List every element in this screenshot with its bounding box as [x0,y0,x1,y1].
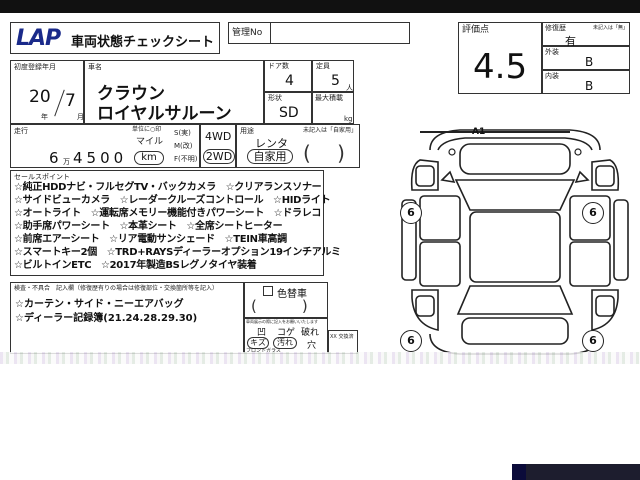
capacity-label: 定員 [316,62,330,70]
mileage-digit-10k: 6 [49,149,59,167]
usage-private-circled: 自家用 [247,149,293,164]
tire-mark-front-left: 6 [400,202,422,224]
unit-mile: マイル [136,137,164,147]
management-number-box: 管理No [228,22,410,44]
doors-value: 4 [285,73,294,89]
shape-value: SD [279,105,299,121]
score-value: 4.5 [473,47,528,87]
repair-history-note: 未記入は「無」 [593,25,629,31]
registration-label: 初度登録年月 [14,63,56,71]
inspection-box: 検査・不具合 記入欄（修復歴有りの場合は修復部位・交換箇所等を記入） ☆カーテン… [10,282,244,354]
doors-box: ドア数 4 [264,60,312,92]
mileage-unit-man: 万 [63,158,70,166]
max-load-unit: kg [344,115,353,123]
unit-km-circled: km [134,151,164,165]
mileage-unit-box: 単位に○印 マイル km S(実) M(改) F(不明) [130,124,200,168]
tire-mark-rear-right: 6 [582,330,604,352]
max-load-box: 最大積載 kg [312,92,354,124]
lap-logo: LAP [16,26,61,51]
registration-year: 20 [29,87,51,107]
mileage-label: 走行 [14,127,28,135]
tire-mark-front-right: 6 [582,202,604,224]
sales-point-line: ☆純正HDDナビ・フルセグTV・バックカメラ ☆クリアランスソナー [14,182,322,193]
inspection-label: 検査・不具合 記入欄（修復歴有りの場合は修復部位・交換箇所等を記入） [14,285,219,292]
car-diagram [401,129,629,355]
score-box: 評価点 4.5 [458,22,542,94]
xx-box: XX 交換済 [328,330,358,354]
sheet-title: 車両状態チェックシート [71,35,215,50]
score-label: 評価点 [462,25,490,35]
car-name-line2: ロイヤルサルーン [97,104,232,124]
interior-value: B [585,79,594,93]
sales-point-line: ☆オートライト ☆運転席メモリー機能付きパワーシート ☆ドラレコ [14,208,322,219]
drive-4wd: 4WD [205,130,232,143]
max-load-label: 最大積載 [315,94,343,102]
drive-2wd-circled: 2WD [203,149,235,164]
interior-label: 内装 [545,72,559,80]
shape-box: 形状 SD [264,92,312,124]
sheet-header: LAP 車両状態チェックシート [10,22,220,54]
xx-label: XX 交換済 [330,334,354,340]
registration-month: 7 [65,91,76,111]
exterior-box: 外装 B [542,46,630,70]
unit-caption: 単位に○印 [132,126,162,133]
capacity-box: 定員 5 人 [312,60,354,92]
exterior-value: B [585,55,594,69]
repair-history-label: 修復歴 [545,24,566,32]
repair-history-box: 修復歴 未記入は「無」 有 [542,22,630,48]
car-name-label: 車名 [88,63,102,71]
registration-box: 初度登録年月 20 年 7 月 [10,60,84,124]
usage-note: 未記入は「自家用」 [303,127,358,134]
inspection-line-1: ☆カーテン・サイド・ニーエアバッグ [15,299,184,310]
color-change-box: 色替車 ( ) [244,282,328,318]
sales-points-label: セールスポイント [14,173,70,181]
car-name-box: 車名 クラウン ロイヤルサルーン [84,60,264,124]
interior-box: 内装 B [542,70,630,94]
doors-label: ドア数 [268,62,289,70]
usage-paren: ( ) [303,141,345,165]
management-number-label: 管理No [232,23,272,43]
diagram-a1-label: A1 [472,127,486,137]
capacity-value: 5 [331,73,340,89]
shape-label: 形状 [268,94,282,102]
month-unit: 月 [77,113,84,121]
sales-point-line: ☆助手席パワーシート ☆本革シート ☆全席シートヒーター [14,221,283,232]
bottom-dark-block [512,464,640,480]
sales-point-line: ☆スマートキー2個 ☆TRD+RAYSディーラーオプション19インチアルミ [14,247,341,258]
scan-noise-strip [0,352,640,364]
status-actual: S(実) [174,129,191,137]
top-bar [0,0,640,13]
legend-note: 車両展示の際に記入をお願いいたします [246,319,318,324]
sales-point-line: ☆ビルトインETC ☆2017年製造BSレグノタイヤ装着 [14,260,257,271]
status-modified: M(改) [174,142,193,150]
sales-point-line: ☆前席エアーシート ☆リア電動サンシェード ☆TEIN車高調 [14,234,287,245]
capacity-unit: 人 [346,84,353,92]
color-change-paren: ( ) [251,297,308,315]
slash-divider [54,89,65,117]
inspection-line-2: ☆ディーラー記録簿(21.24.28.29.30) [15,313,198,324]
year-unit: 年 [41,113,48,121]
legend-break: 破れ [301,328,320,338]
status-unknown: F(不明) [174,155,198,163]
sales-point-line: ☆サイドビューカメラ ☆レーダークルーズコントロール ☆HIDライト [14,195,331,206]
usage-label: 用途 [240,127,254,135]
legend-hole: 穴 [307,341,317,351]
exterior-label: 外装 [545,48,559,56]
usage-box: 用途 レンタ 自家用 未記入は「自家用」 ( ) [236,124,360,168]
tire-mark-rear-left: 6 [400,330,422,352]
drive-box: 4WD 2WD [200,124,236,168]
mileage-digits: 4500 [73,149,128,167]
